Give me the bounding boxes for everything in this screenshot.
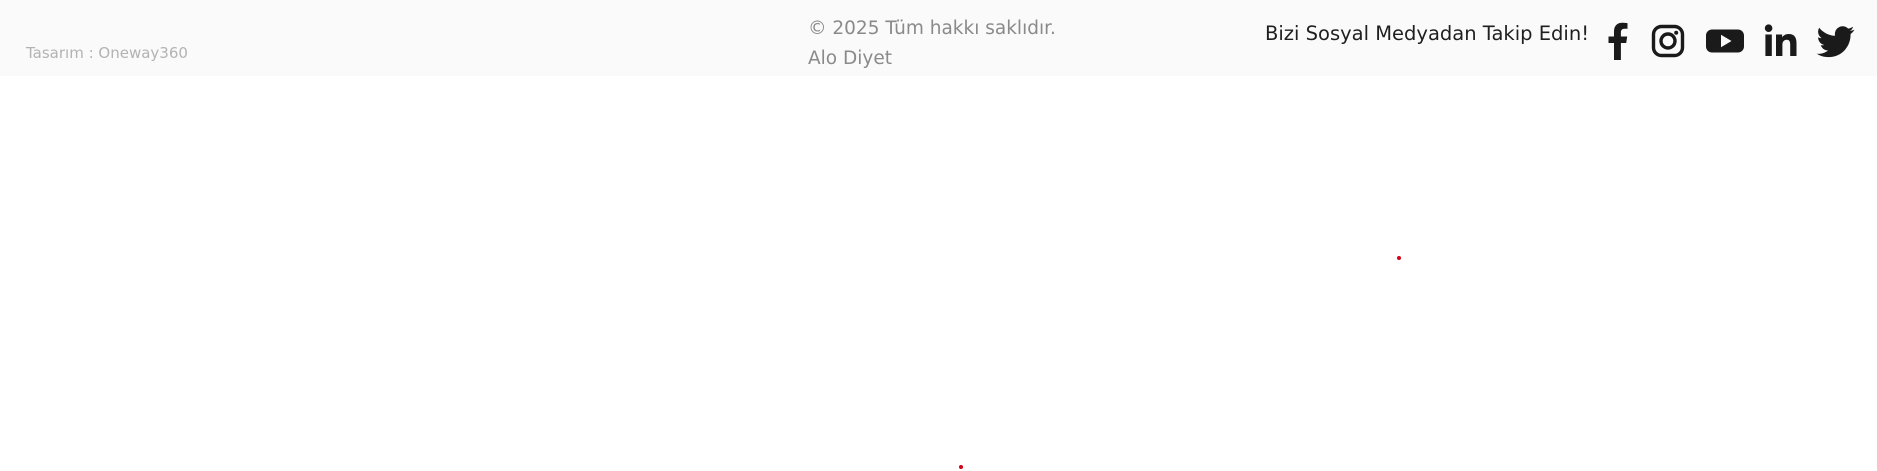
page: Tasarım : Oneway360 © 2025 Tüm hakkı sak… — [0, 0, 1877, 471]
social-follow-label: Bizi Sosyal Medyadan Takip Edin! — [1265, 22, 1590, 45]
red-dot-marker — [959, 465, 963, 469]
youtube-icon — [1706, 29, 1744, 53]
instagram-icon — [1651, 24, 1685, 58]
twitter-link[interactable] — [1816, 22, 1856, 60]
designer-credit-link[interactable]: Tasarım : Oneway360 — [26, 44, 188, 62]
youtube-link[interactable] — [1705, 22, 1745, 60]
twitter-icon — [1816, 26, 1855, 58]
red-dot-marker — [1397, 256, 1401, 260]
copyright-text: © 2025 Tüm hakkı saklıdır. Alo Diyet — [808, 18, 1056, 69]
facebook-link[interactable] — [1606, 22, 1632, 60]
linkedin-link[interactable] — [1764, 22, 1798, 60]
facebook-icon — [1608, 22, 1628, 60]
footer-bar: Tasarım : Oneway360 © 2025 Tüm hakkı sak… — [0, 0, 1877, 76]
linkedin-icon — [1764, 24, 1797, 56]
instagram-link[interactable] — [1651, 22, 1685, 60]
